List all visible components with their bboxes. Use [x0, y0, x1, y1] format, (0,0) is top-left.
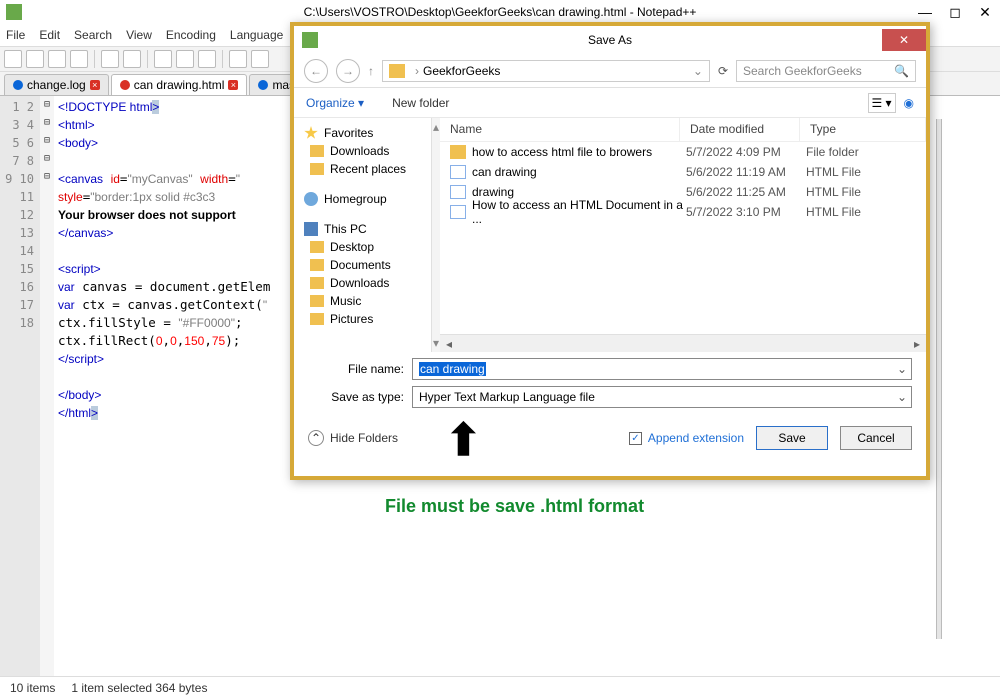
tree-downloads[interactable]: Downloads	[294, 142, 431, 160]
tb-close-icon[interactable]	[123, 50, 141, 68]
refresh-icon[interactable]: ⟳	[718, 64, 728, 78]
filename-input[interactable]: can drawing ⌄	[412, 358, 912, 380]
tab-change-log[interactable]: change.log×	[4, 74, 109, 95]
tree-scroll-up[interactable]: ▴	[433, 120, 439, 134]
tree-thispc[interactable]: This PC	[294, 220, 431, 238]
menu-search[interactable]: Search	[74, 28, 112, 42]
menu-edit[interactable]: Edit	[39, 28, 60, 42]
h-scroll-right[interactable]: ▸	[908, 336, 926, 352]
dialog-close-button[interactable]: ✕	[882, 29, 926, 51]
col-name[interactable]: Name	[440, 118, 680, 141]
status-items: 10 items	[10, 681, 55, 695]
new-folder-button[interactable]: New folder	[392, 96, 449, 110]
savetype-dropdown-icon[interactable]: ⌄	[897, 390, 907, 404]
col-type[interactable]: Type	[800, 118, 926, 141]
nav-forward-button[interactable]: →	[336, 59, 360, 83]
file-row[interactable]: how to access html file to browers5/7/20…	[440, 142, 926, 162]
breadcrumb[interactable]: › GeekforGeeks ⌄	[382, 60, 710, 82]
tree-recent[interactable]: Recent places	[294, 160, 431, 178]
folder-tree[interactable]: Favorites Downloads Recent places Homegr…	[294, 118, 432, 352]
search-input[interactable]: Search GeekforGeeks 🔍	[736, 60, 916, 82]
nav-back-button[interactable]: ←	[304, 59, 328, 83]
tb-print-icon[interactable]	[101, 50, 119, 68]
tb-open-icon[interactable]	[26, 50, 44, 68]
cancel-button[interactable]: Cancel	[840, 426, 912, 450]
col-date[interactable]: Date modified	[680, 118, 800, 141]
vertical-split[interactable]	[936, 119, 942, 639]
hide-folders-button[interactable]: ⌃Hide Folders	[308, 430, 398, 446]
annotation-arrow-icon: ⬆	[445, 415, 482, 466]
menu-file[interactable]: File	[6, 28, 25, 42]
file-row[interactable]: can drawing5/6/2022 11:19 AMHTML File	[440, 162, 926, 182]
minimize-button[interactable]: —	[910, 2, 940, 22]
search-icon: 🔍	[894, 64, 909, 78]
line-gutter: 1 2 3 4 5 6 7 8 9 10 11 12 13 14 15 16 1…	[0, 96, 40, 676]
breadcrumb-text: GeekforGeeks	[423, 64, 500, 78]
maximize-button[interactable]: ◻	[940, 2, 970, 22]
savetype-select[interactable]: Hyper Text Markup Language file ⌄	[412, 386, 912, 408]
tb-paste-icon[interactable]	[198, 50, 216, 68]
dialog-title: Save As	[588, 33, 632, 47]
h-scroll-left[interactable]: ◂	[440, 336, 458, 352]
filename-label: File name:	[308, 362, 404, 376]
dialog-icon	[302, 32, 318, 48]
nav-up-icon[interactable]: ↑	[368, 64, 374, 78]
tree-music[interactable]: Music	[294, 292, 431, 310]
tree-desktop[interactable]: Desktop	[294, 238, 431, 256]
organize-button[interactable]: Organize ▾	[306, 96, 364, 110]
tb-save-icon[interactable]	[48, 50, 66, 68]
tb-saveall-icon[interactable]	[70, 50, 88, 68]
help-icon[interactable]: ◉	[904, 96, 914, 110]
tb-redo-icon[interactable]	[251, 50, 269, 68]
tree-homegroup[interactable]: Homegroup	[294, 190, 431, 208]
tree-scroll-down[interactable]: ▾	[433, 336, 439, 350]
close-button[interactable]: ✕	[970, 2, 1000, 22]
menu-view[interactable]: View	[126, 28, 152, 42]
view-options-button[interactable]: ☰ ▾	[868, 93, 896, 113]
tab-can-drawing-html[interactable]: can drawing.html×	[111, 74, 248, 95]
tb-cut-icon[interactable]	[154, 50, 172, 68]
savetype-label: Save as type:	[308, 390, 404, 404]
annotation-caption: File must be save .html format	[385, 496, 644, 517]
notepadpp-titlebar: C:\Users\VOSTRO\Desktop\GeekforGeeks\can…	[0, 0, 1000, 24]
append-extension-checkbox[interactable]: ✓Append extension	[629, 431, 744, 445]
menu-encoding[interactable]: Encoding	[166, 28, 216, 42]
tb-undo-icon[interactable]	[229, 50, 247, 68]
save-as-dialog: Save As ✕ ← → ↑ › GeekforGeeks ⌄ ⟳ Searc…	[290, 22, 930, 480]
tree-pictures[interactable]: Pictures	[294, 310, 431, 328]
app-icon	[6, 4, 22, 20]
search-placeholder: Search GeekforGeeks	[743, 64, 862, 78]
filename-dropdown-icon[interactable]: ⌄	[897, 362, 907, 376]
tree-favorites[interactable]: Favorites	[294, 124, 431, 142]
tree-downloads2[interactable]: Downloads	[294, 274, 431, 292]
folder-icon	[389, 64, 405, 78]
menu-language[interactable]: Language	[230, 28, 283, 42]
explorer-statusbar: 10 items 1 item selected 364 bytes	[0, 676, 1000, 698]
fold-column[interactable]: ⊟ ⊟ ⊟ ⊟ ⊟	[40, 96, 54, 676]
file-row[interactable]: How to access an HTML Document in a ...5…	[440, 202, 926, 222]
title-text: C:\Users\VOSTRO\Desktop\GeekforGeeks\can…	[304, 5, 697, 19]
tb-new-icon[interactable]	[4, 50, 22, 68]
tree-documents[interactable]: Documents	[294, 256, 431, 274]
save-button[interactable]: Save	[756, 426, 828, 450]
file-list[interactable]: Name Date modified Type how to access ht…	[440, 118, 926, 352]
tb-copy-icon[interactable]	[176, 50, 194, 68]
status-selected: 1 item selected 364 bytes	[71, 681, 207, 695]
dialog-titlebar[interactable]: Save As ✕	[294, 26, 926, 54]
